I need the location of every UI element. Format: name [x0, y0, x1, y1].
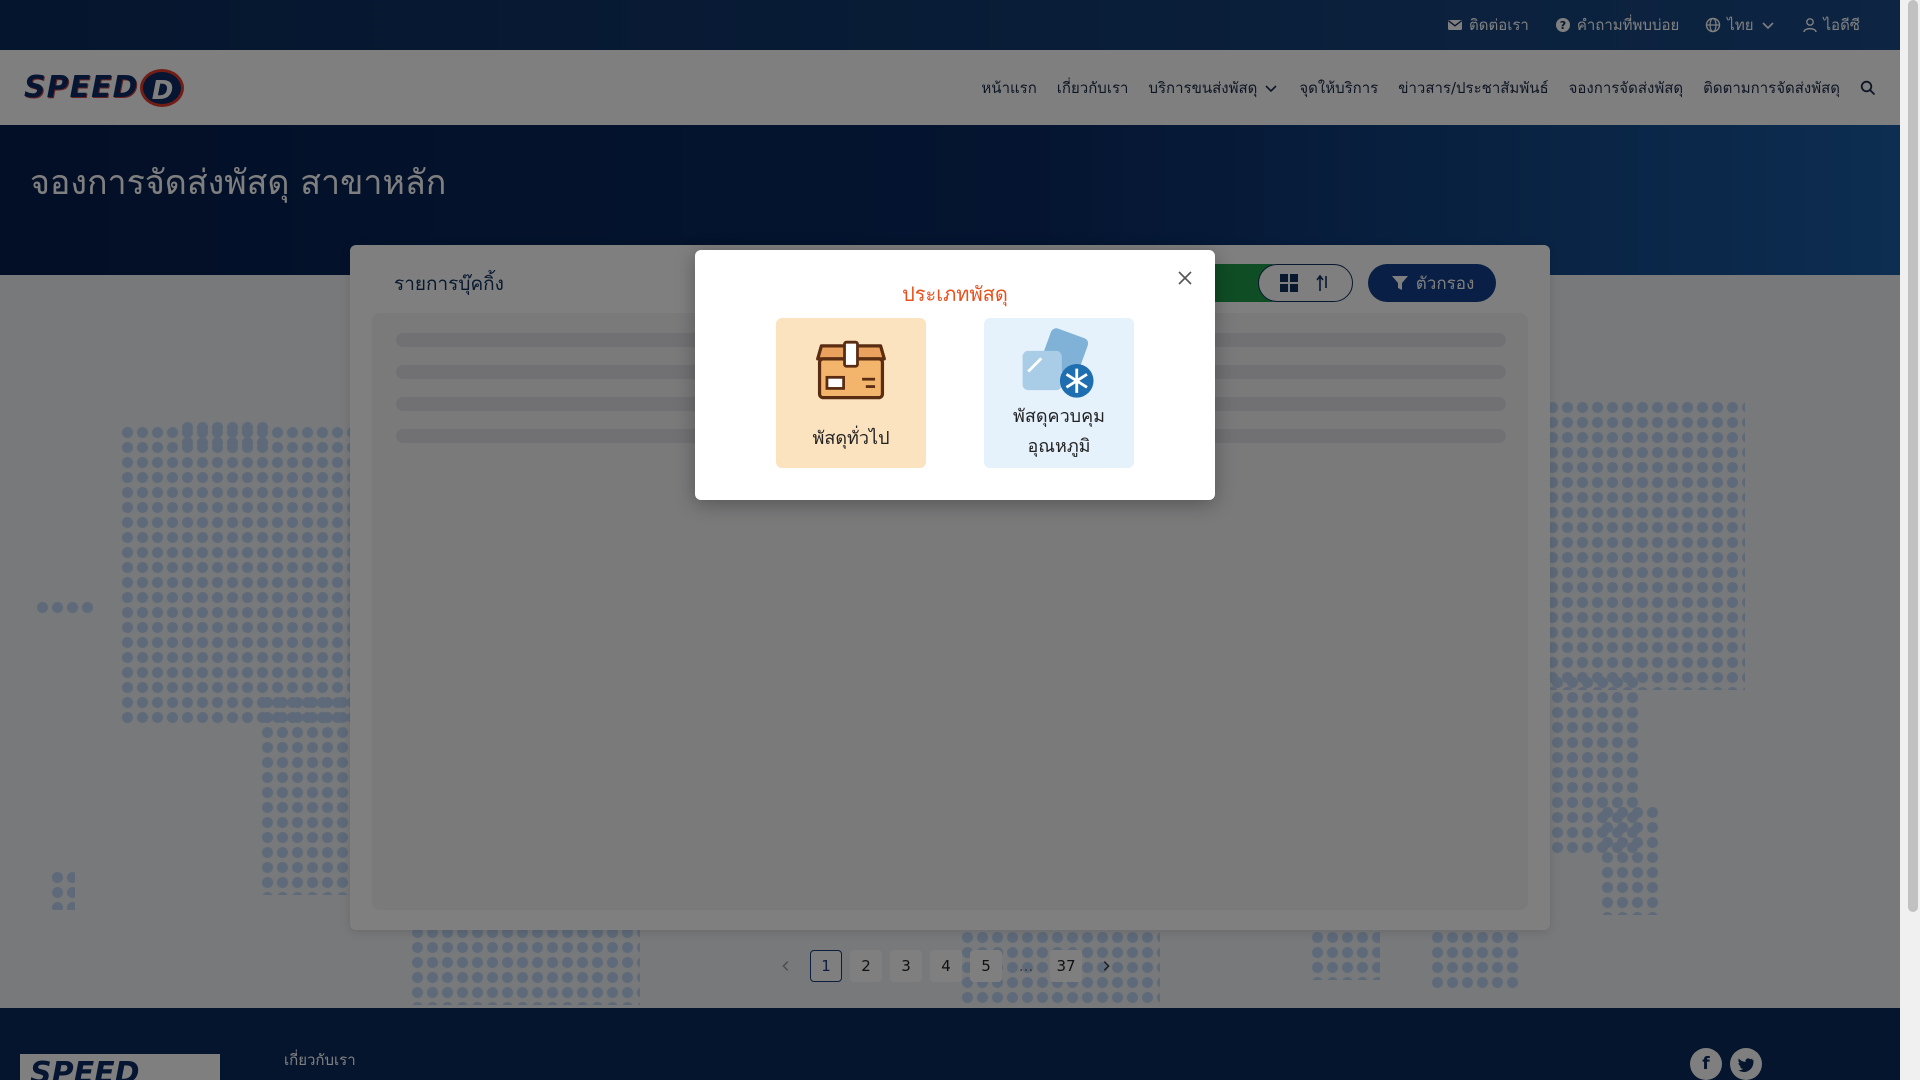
parcel-type-modal: ประเภทพัสดุ พัสดุทั่วไป พัสดุควบคุม อุณห… [695, 250, 1215, 500]
page-scrollbar[interactable] [1900, 0, 1920, 1080]
modal-backdrop[interactable] [0, 0, 1900, 1080]
general-parcel-option[interactable]: พัสดุทั่วไป [776, 318, 926, 468]
temperature-controlled-label-line1: พัสดุควบคุม [1012, 406, 1106, 427]
temperature-controlled-option[interactable]: พัสดุควบคุม อุณหภูมิ [984, 318, 1134, 468]
scrollbar-thumb[interactable] [1908, 0, 1918, 912]
parcel-box-icon [816, 340, 886, 400]
modal-title: ประเภทพัสดุ [902, 282, 1008, 306]
temperature-controlled-label-line2: อุณหภูมิ [1027, 436, 1091, 457]
close-icon[interactable] [1173, 266, 1197, 290]
general-parcel-label: พัสดุทั่วไป [812, 428, 890, 449]
cold-parcel-icon [1022, 328, 1094, 398]
